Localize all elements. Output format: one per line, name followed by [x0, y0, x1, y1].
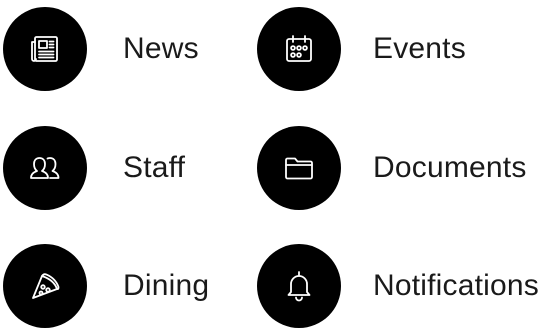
- menu-grid: News Events Staff Documents Dining Notif…: [0, 0, 559, 328]
- pizza-slice-icon[interactable]: [3, 244, 87, 328]
- menu-item-label[interactable]: Notifications: [373, 269, 539, 303]
- menu-item-label[interactable]: News: [123, 32, 199, 66]
- menu-item-news[interactable]: News: [3, 7, 199, 91]
- menu-item-label[interactable]: Documents: [373, 151, 527, 185]
- people-icon[interactable]: [3, 126, 87, 210]
- menu-item-label[interactable]: Staff: [123, 151, 185, 185]
- folder-icon[interactable]: [257, 126, 341, 210]
- menu-item-notifications[interactable]: Notifications: [257, 244, 539, 328]
- menu-item-documents[interactable]: Documents: [257, 126, 527, 210]
- menu-item-label[interactable]: Events: [373, 32, 466, 66]
- calendar-icon[interactable]: [257, 7, 341, 91]
- menu-item-events[interactable]: Events: [257, 7, 466, 91]
- menu-item-staff[interactable]: Staff: [3, 126, 185, 210]
- bell-icon[interactable]: [257, 244, 341, 328]
- menu-item-dining[interactable]: Dining: [3, 244, 209, 328]
- newspaper-icon[interactable]: [3, 7, 87, 91]
- menu-item-label[interactable]: Dining: [123, 269, 209, 303]
